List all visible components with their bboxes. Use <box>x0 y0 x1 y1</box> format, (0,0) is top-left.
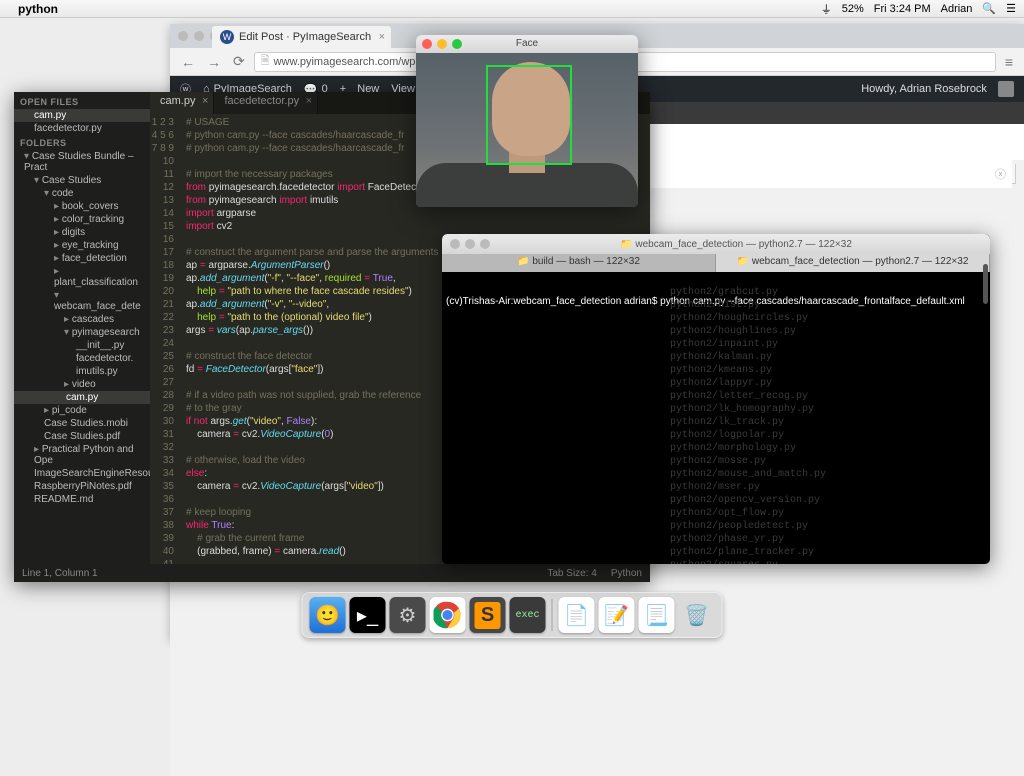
folder[interactable]: pyimagesearch <box>14 326 150 339</box>
finder-icon[interactable]: 🙂 <box>310 597 346 633</box>
face-traffic-lights[interactable] <box>422 39 462 49</box>
terminal-title: webcam_face_detection — python2.7 — 122×… <box>635 239 852 250</box>
video-frame <box>416 53 638 207</box>
editor-tab[interactable]: facedetector.py× <box>214 92 318 114</box>
folder[interactable]: code <box>14 187 150 200</box>
close-tab-icon[interactable]: × <box>379 31 385 43</box>
editor-tab-active[interactable]: cam.py× <box>150 92 214 114</box>
open-file-item[interactable]: cam.py <box>14 109 150 122</box>
wifi-icon[interactable]: ⏚ <box>821 1 832 17</box>
face-window-title: Face <box>516 38 538 49</box>
browser-tab[interactable]: W Edit Post · PyImageSearch × <box>212 26 391 48</box>
sublime-statusbar: Line 1, Column 1 Tab Size: 4 Python <box>14 564 650 582</box>
tab-title: Edit Post · PyImageSearch <box>239 31 371 43</box>
file-item[interactable]: ImageSearchEngineResou <box>14 467 150 480</box>
terminal-traffic-lights[interactable] <box>450 239 490 249</box>
spotlight-icon[interactable]: 🔍 <box>982 2 996 15</box>
folder[interactable]: Case Studies <box>14 174 150 187</box>
scrollbar-thumb[interactable] <box>983 264 988 304</box>
trash-icon[interactable]: 🗑️ <box>679 597 715 633</box>
file-item[interactable]: Case Studies.mobi <box>14 417 150 430</box>
face-titlebar[interactable]: Face <box>416 35 638 53</box>
folder-icon: 📁 <box>517 256 529 267</box>
chrome-icon[interactable] <box>430 597 466 633</box>
language-mode[interactable]: Python <box>611 568 642 579</box>
cursor-position: Line 1, Column 1 <box>22 568 98 579</box>
open-file-item[interactable]: facedetector.py <box>14 122 150 135</box>
system-preferences-icon[interactable]: ⚙ <box>390 597 426 633</box>
terminal-body[interactable]: (cv)Trishas-Air:webcam_face_detection ad… <box>442 272 990 342</box>
sublime-sidebar[interactable]: OPEN FILES cam.py facedetector.py FOLDER… <box>14 92 150 564</box>
battery-percent[interactable]: 52% <box>842 3 864 15</box>
back-button[interactable]: ← <box>178 54 198 70</box>
chrome-menu-icon[interactable]: ≡ <box>1002 54 1016 70</box>
folder-root[interactable]: Case Studies Bundle – Pract <box>14 150 150 174</box>
folder[interactable]: video <box>14 378 150 391</box>
background-file-list: python2/grabcut.py python2/hist.py pytho… <box>670 286 826 564</box>
mac-dock: 🙂 ▸_ ⚙ S exec 📄 📝 📃 🗑️ <box>302 592 723 638</box>
notifications-icon[interactable]: ☰ <box>1006 2 1016 15</box>
terminal-app-icon[interactable]: ▸_ <box>350 597 386 633</box>
terminal-tabstrip: 📁 build — bash — 122×32 📁 webcam_face_de… <box>442 254 990 272</box>
open-files-header: OPEN FILES <box>14 94 150 109</box>
wp-howdy[interactable]: Howdy, Adrian Rosebrock <box>861 81 1014 97</box>
page-icon: 🗎 <box>261 52 270 71</box>
reload-button[interactable]: ⟳ <box>230 53 248 70</box>
file-item[interactable]: facedetector. <box>14 352 150 365</box>
folder[interactable]: digits <box>14 226 150 239</box>
mac-menubar: python ⏚ 52% Fri 3:24 PM Adrian 🔍 ☰ <box>0 0 1024 18</box>
face-video-window: Face <box>416 35 638 207</box>
file-item[interactable]: cam.py <box>14 391 150 404</box>
file-item[interactable]: __init__.py <box>14 339 150 352</box>
folder[interactable]: pi_code <box>14 404 150 417</box>
file-item[interactable]: README.md <box>14 493 150 506</box>
user-menu[interactable]: Adrian <box>941 3 973 15</box>
folder[interactable]: face_detection <box>14 252 150 265</box>
folder-icon: 📁 <box>620 239 632 250</box>
clock[interactable]: Fri 3:24 PM <box>874 3 931 15</box>
detection-rectangle <box>486 65 572 165</box>
line-gutter: 1 2 3 4 5 6 7 8 9 10 11 12 13 14 15 16 1… <box>150 114 180 564</box>
folders-header: FOLDERS <box>14 135 150 150</box>
avatar <box>998 81 1014 97</box>
terminal-tab-active[interactable]: 📁 webcam_face_detection — python2.7 — 12… <box>716 254 990 272</box>
file-item[interactable]: RaspberryPiNotes.pdf <box>14 480 150 493</box>
forward-button[interactable]: → <box>204 54 224 70</box>
document-icon[interactable]: 📃 <box>639 597 675 633</box>
iterm-icon[interactable]: exec <box>510 597 546 633</box>
folder[interactable]: eye_tracking <box>14 239 150 252</box>
dock-separator <box>552 599 553 631</box>
terminal-window: 📁 webcam_face_detection — python2.7 — 12… <box>442 234 990 564</box>
folder-open[interactable]: webcam_face_dete <box>14 289 150 313</box>
file-item[interactable]: imutils.py <box>14 365 150 378</box>
folder-icon: 📁 <box>737 256 749 267</box>
wordpress-favicon-icon: W <box>220 30 234 44</box>
document-icon[interactable]: 📝 <box>599 597 635 633</box>
active-app-name[interactable]: python <box>18 2 58 16</box>
terminal-titlebar[interactable]: 📁 webcam_face_detection — python2.7 — 12… <box>442 234 990 254</box>
tab-size[interactable]: Tab Size: 4 <box>547 568 596 579</box>
folder[interactable]: book_covers <box>14 200 150 213</box>
folder[interactable]: Practical Python and Ope <box>14 443 150 467</box>
file-item[interactable]: Case Studies.pdf <box>14 430 150 443</box>
folder[interactable]: plant_classification <box>14 265 150 289</box>
terminal-tab[interactable]: 📁 build — bash — 122×32 <box>442 254 716 272</box>
document-icon[interactable]: 📄 <box>559 597 595 633</box>
folder[interactable]: color_tracking <box>14 213 150 226</box>
folder[interactable]: cascades <box>14 313 150 326</box>
dismiss-notice-icon[interactable]: ⓧ <box>995 166 1006 182</box>
sublime-text-icon[interactable]: S <box>470 597 506 633</box>
